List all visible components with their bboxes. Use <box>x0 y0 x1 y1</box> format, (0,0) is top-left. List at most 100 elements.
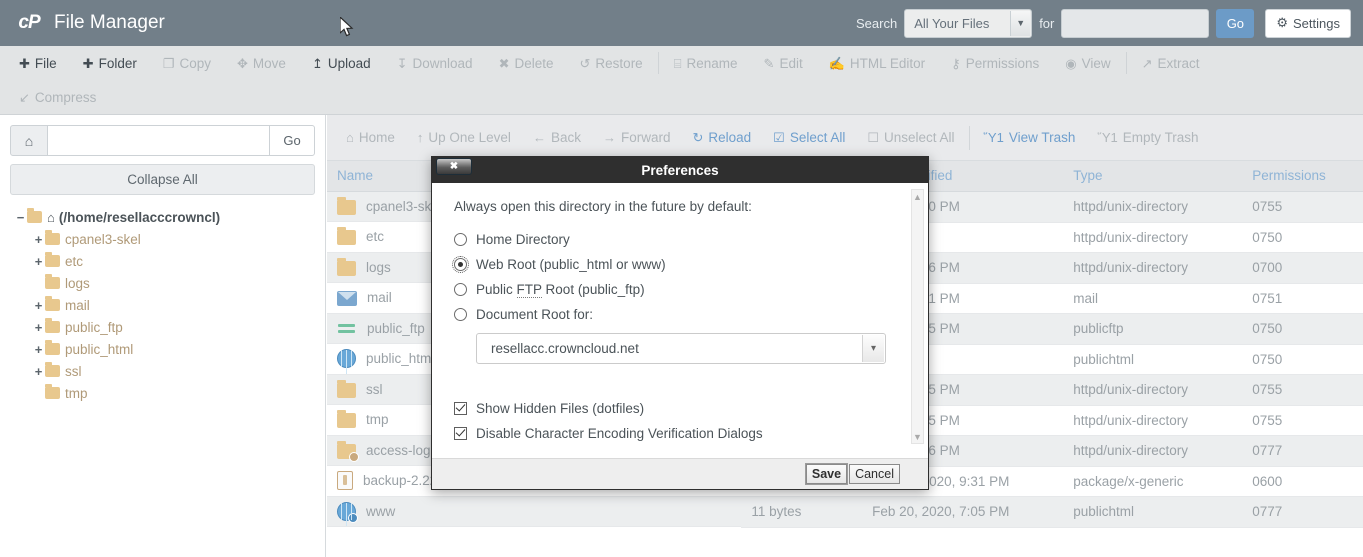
toolbar-button-file[interactable]: ✚ File <box>6 50 70 76</box>
nav-button-forward: → Forward <box>592 125 682 151</box>
folder-icon <box>337 196 356 215</box>
search-go-button[interactable]: Go <box>1216 8 1255 38</box>
tree-node-logs[interactable]: logs <box>10 272 315 294</box>
checkbox-option-label: Disable Character Encoding Verification … <box>476 426 763 441</box>
collapse-all-button[interactable]: Collapse All <box>10 164 315 195</box>
radio-unchecked-icon[interactable] <box>454 233 467 246</box>
tree-node-cpanel3skel[interactable]: + cpanel3-skel <box>10 228 315 250</box>
cell-type: httpd/unix-directory <box>1063 405 1243 436</box>
symlink-badge-icon <box>349 451 359 462</box>
search-input[interactable] <box>1061 8 1210 38</box>
tree-node-label: public_ftp <box>65 319 123 335</box>
empty-box-icon: ☐ <box>867 130 879 145</box>
cancel-button[interactable]: Cancel <box>849 464 900 484</box>
path-go-button[interactable]: Go <box>269 125 315 156</box>
search-scope-select[interactable]: All Your Files ▼ <box>904 8 1033 38</box>
expand-icon[interactable]: + <box>32 254 45 269</box>
right-arrow-icon: → <box>602 130 616 145</box>
expand-icon[interactable]: + <box>32 298 45 313</box>
toolbar-item-label: Delete <box>514 55 554 71</box>
scroll-down-icon[interactable]: ▼ <box>912 430 923 443</box>
radio-option-home-directory[interactable]: Home Directory <box>454 227 908 252</box>
cell-type: publichtml <box>1063 496 1243 528</box>
nav-button-label: Unselect All <box>884 130 955 145</box>
tree-node-etc[interactable]: + etc <box>10 250 315 272</box>
radio-option-label: Web Root (public_html or www) <box>476 257 666 272</box>
column-header-type[interactable]: Type <box>1063 161 1243 192</box>
plus-icon: ✚ <box>82 55 94 71</box>
toolbar-button-folder[interactable]: ✚ Folder <box>70 50 150 76</box>
nav-button-label: Home <box>358 130 395 145</box>
checkbox-option-disable-character-encoding-verification-dialogs[interactable]: Disable Character Encoding Verification … <box>454 421 908 446</box>
radio-option-document-root-for[interactable]: Document Root for: <box>454 302 908 327</box>
tree-node-mail[interactable]: + mail <box>10 294 315 316</box>
save-button[interactable]: Save <box>805 464 848 484</box>
folder-icon <box>337 410 356 429</box>
toolbar-button-restore: ↺ Restore <box>567 50 656 76</box>
tree-node-label: etc <box>65 253 84 269</box>
cell-type: httpd/unix-directory <box>1063 374 1243 406</box>
toolbar-button-view: ◉ View <box>1052 50 1123 76</box>
toolbar-item-label: Restore <box>595 55 643 71</box>
cell-name[interactable]: www <box>327 496 742 527</box>
dialog-footer: Save Cancel <box>432 458 928 489</box>
tree-node-public_html[interactable]: + public_html <box>10 338 315 360</box>
home-icon[interactable]: ⌂ <box>10 125 48 156</box>
expand-icon[interactable]: + <box>32 342 45 357</box>
column-header-permissions[interactable]: Permissions <box>1242 161 1363 192</box>
html-editor-icon: ✍ <box>828 55 845 71</box>
nav-button-label: Select All <box>789 130 846 145</box>
trash-icon: Ὕ1 <box>1097 130 1118 145</box>
file-name-label: mail <box>367 290 392 306</box>
path-input[interactable] <box>48 125 269 156</box>
radio-option-web-root-public-html-or-www[interactable]: Web Root (public_html or www) <box>452 252 908 277</box>
cell-permissions: 0755 <box>1242 191 1363 223</box>
expand-icon[interactable]: + <box>32 320 45 335</box>
preferences-heading: Always open this directory in the future… <box>454 199 752 214</box>
table-row[interactable]: www 11 bytes Feb 20, 2020, 7:05 PM publicht… <box>327 496 1363 528</box>
tree-node-label: (/home/resellacccrowncl) <box>58 209 221 225</box>
expand-icon[interactable]: + <box>32 232 45 247</box>
checkbox-option-show-hidden-files-dotfiles[interactable]: Show Hidden Files (dotfiles) <box>454 396 908 421</box>
restore-icon: ↺ <box>579 55 591 71</box>
toolbar-item-label: Upload <box>327 55 371 71</box>
toolbar-row-primary: ✚ File ✚ Folder ❐ Copy ✥ Move ↥ Upload ↧ Download ✖ D… <box>6 46 1357 80</box>
settings-button[interactable]: ⚙ Settings <box>1265 8 1351 38</box>
preferences-dialog: ✖ Preferences Always open this directory… <box>431 156 929 490</box>
radio-unchecked-icon[interactable] <box>454 308 467 321</box>
cell-type: httpd/unix-directory <box>1063 252 1243 284</box>
dialog-scrollbar[interactable]: ▲ ▼ <box>911 189 924 444</box>
file-name-label: access-logs <box>366 442 438 458</box>
radio-checked-icon[interactable] <box>452 256 469 273</box>
toolbar-button-edit: ✎ Edit <box>751 50 816 76</box>
dialog-titlebar: ✖ Preferences <box>432 157 928 183</box>
tree-node-public_ftp[interactable]: + public_ftp <box>10 316 315 338</box>
tree-node-homeresellacccrowncl[interactable]: − ⌂ (/home/resellacccrowncl) <box>10 206 315 228</box>
folder-open-icon <box>27 208 42 223</box>
nav-button-reload[interactable]: ↻ Reload <box>681 125 762 151</box>
toolbar-button-permissions: ⚷ Permissions <box>938 50 1052 76</box>
checkbox-checked-icon[interactable] <box>454 427 467 440</box>
checkbox-option-label: Show Hidden Files (dotfiles) <box>476 401 645 416</box>
radio-unchecked-icon[interactable] <box>454 283 467 296</box>
nav-button-back: ← Back <box>522 125 592 151</box>
toolbar-item-label: Extract <box>1157 55 1200 71</box>
home-icon: ⌂ <box>47 209 55 225</box>
tree-node-ssl[interactable]: + ssl <box>10 360 315 382</box>
preferences-checkbox-group: Show Hidden Files (dotfiles) Disable Char… <box>454 396 908 446</box>
toolbar-item-label: Move <box>252 55 286 71</box>
expand-icon[interactable]: + <box>32 364 45 379</box>
nav-button-select-all[interactable]: ☑ Select All <box>762 125 856 151</box>
collapse-icon[interactable]: − <box>14 210 27 225</box>
nav-button-view-trash[interactable]: Ὕ1 View Trash <box>973 125 1087 151</box>
document-root-select[interactable]: resellacc.crowncloud.net ▾ <box>476 333 886 364</box>
toolbar-button-upload[interactable]: ↥ Upload <box>299 50 384 76</box>
file-name-label: public_html <box>366 351 435 367</box>
close-icon[interactable]: ✖ <box>436 158 472 175</box>
cell-type: httpd/unix-directory <box>1063 222 1243 253</box>
checkbox-checked-icon[interactable] <box>454 402 467 415</box>
tree-node-tmp[interactable]: tmp <box>10 382 315 404</box>
scroll-up-icon[interactable]: ▲ <box>912 190 923 203</box>
cell-permissions: 0750 <box>1242 313 1363 345</box>
radio-option-public-ftp-root-public-ftp[interactable]: Public FTP Root (public_ftp) <box>454 277 908 302</box>
